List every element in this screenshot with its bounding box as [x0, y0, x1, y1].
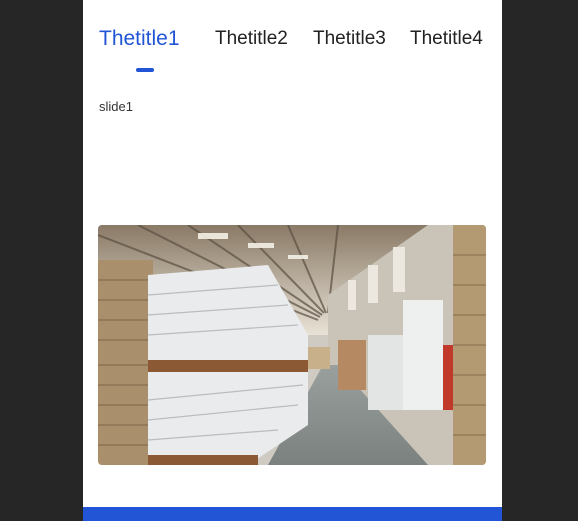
tab-1[interactable]: Thetitle1 — [99, 27, 180, 51]
slide-label: slide1 — [99, 99, 133, 114]
warehouse-photo — [98, 225, 486, 465]
tab-4[interactable]: Thetitle4 — [410, 28, 483, 50]
tab-2[interactable]: Thetitle2 — [215, 28, 288, 50]
bottom-bar — [83, 507, 502, 521]
tab-3[interactable]: Thetitle3 — [313, 28, 386, 50]
tab-bar: Thetitle1 Thetitle2 Thetitle3 Thetitle4 — [83, 0, 502, 80]
warehouse-photo-graphic — [98, 225, 486, 465]
phone-screen: Thetitle1 Thetitle2 Thetitle3 Thetitle4 … — [83, 0, 502, 521]
active-tab-indicator — [136, 68, 154, 72]
